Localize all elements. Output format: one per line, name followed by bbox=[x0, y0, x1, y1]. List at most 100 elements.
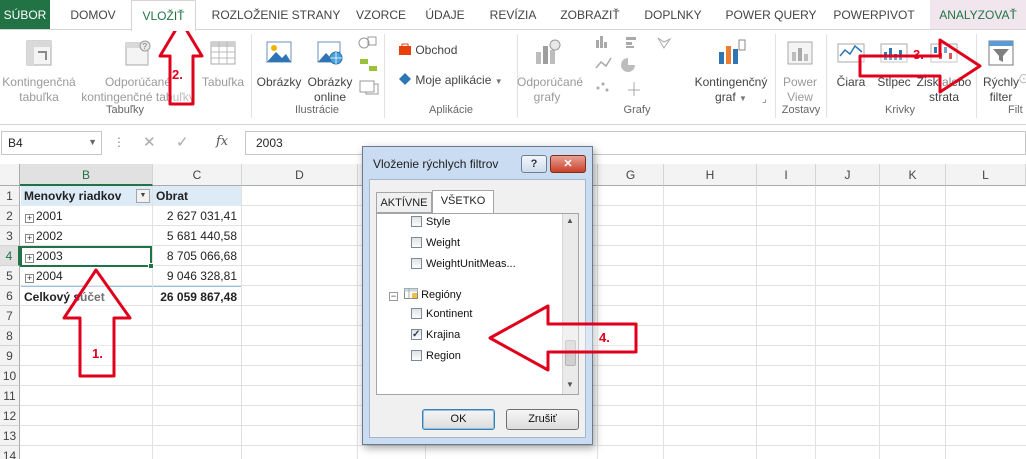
smartart-icon[interactable] bbox=[358, 56, 380, 78]
scroll-up-icon[interactable]: ▲ bbox=[566, 216, 574, 225]
row-header-9[interactable]: 9 bbox=[0, 346, 20, 366]
expand-icon[interactable]: + bbox=[25, 234, 34, 243]
table-node-regions[interactable]: − Regióny bbox=[389, 286, 461, 304]
row-header-2[interactable]: 2 bbox=[0, 206, 20, 226]
enter-icon[interactable]: ✓ bbox=[176, 133, 189, 151]
field-item[interactable]: WeightUnitMeas... bbox=[411, 255, 516, 273]
column-header-i[interactable]: I bbox=[757, 164, 816, 186]
chart-type-gallery[interactable] bbox=[594, 34, 686, 102]
tab-powerpivot[interactable]: POWERPIVOT bbox=[830, 0, 918, 30]
tab-all[interactable]: VŠETKO bbox=[432, 190, 494, 213]
my-apps-button[interactable]: Moje aplikácie ▼ bbox=[398, 72, 503, 90]
row-header-3[interactable]: 3 bbox=[0, 226, 20, 246]
formula-bar-splitter[interactable]: ⋮ bbox=[113, 135, 125, 149]
column-header-j[interactable]: J bbox=[816, 164, 880, 186]
tab-insert[interactable]: VLOŽIŤ bbox=[131, 0, 196, 31]
checkbox[interactable] bbox=[411, 350, 422, 361]
column-header-b[interactable]: B bbox=[20, 164, 153, 186]
pivot-row-item[interactable]: +2001 bbox=[21, 206, 152, 226]
shapes-icon[interactable] bbox=[358, 34, 380, 56]
insert-function-icon[interactable]: fx bbox=[216, 134, 228, 149]
close-button[interactable]: ✕ bbox=[550, 155, 586, 173]
pivot-value-cell[interactable]: 9 046 328,81 bbox=[153, 266, 241, 286]
column-header-g[interactable]: G bbox=[598, 164, 664, 186]
name-box[interactable]: B4 ▼ bbox=[1, 131, 102, 155]
row-header-1[interactable]: 1 bbox=[0, 186, 20, 206]
pivot-value-cell[interactable]: 8 705 066,68 bbox=[153, 246, 241, 266]
recommended-charts-button[interactable]: Odporúčané grafy bbox=[517, 38, 583, 105]
pivot-row-item[interactable]: +2002 bbox=[21, 226, 152, 246]
column-header-l[interactable]: L bbox=[946, 164, 1026, 186]
pictures-button[interactable]: Obrázky bbox=[254, 38, 304, 90]
pivot-value-cell[interactable]: 5 681 440,58 bbox=[153, 226, 241, 246]
field-item[interactable]: Style bbox=[411, 214, 450, 231]
field-item[interactable]: Kontinent bbox=[411, 305, 472, 323]
checkbox[interactable] bbox=[411, 216, 422, 227]
column-header-d[interactable]: D bbox=[242, 164, 358, 186]
checkbox[interactable] bbox=[411, 237, 422, 248]
field-item[interactable]: Region bbox=[411, 347, 461, 365]
row-header-10[interactable]: 10 bbox=[0, 366, 20, 386]
dialog-launcher-icon[interactable]: ⌟ bbox=[762, 92, 767, 108]
ok-button[interactable]: OK bbox=[422, 409, 495, 430]
expand-icon[interactable]: + bbox=[25, 214, 34, 223]
timeline-partial-icon[interactable]: ⊙ bbox=[1018, 70, 1026, 86]
tab-home[interactable]: DOMOV bbox=[58, 0, 128, 30]
checkbox-checked[interactable] bbox=[411, 326, 422, 344]
row-header-4[interactable]: 4 bbox=[0, 246, 20, 266]
field-list[interactable]: Style Weight WeightUnitMeas... − Regióny… bbox=[376, 213, 579, 395]
pivot-row-header[interactable]: Menovky riadkov ▼ bbox=[21, 186, 152, 206]
row-header-8[interactable]: 8 bbox=[0, 326, 20, 346]
row-header-13[interactable]: 13 bbox=[0, 426, 20, 446]
select-all-corner[interactable] bbox=[0, 164, 20, 186]
scrollbar-thumb[interactable] bbox=[565, 340, 576, 366]
filter-dropdown-icon[interactable]: ▼ bbox=[136, 189, 150, 203]
tab-view[interactable]: ZOBRAZIŤ bbox=[555, 0, 625, 30]
tab-review[interactable]: REVÍZIA bbox=[482, 0, 544, 30]
tab-addins[interactable]: DOPLNKY bbox=[638, 0, 708, 30]
field-item-selected[interactable]: Krajina bbox=[411, 326, 460, 344]
sparkline-column-button[interactable]: Stĺpec bbox=[872, 38, 916, 90]
scroll-down-icon[interactable]: ▼ bbox=[566, 380, 574, 389]
pivot-table-button[interactable]: Kontingenčná tabuľka bbox=[0, 38, 78, 105]
checkbox[interactable] bbox=[411, 308, 422, 319]
help-button[interactable]: ? bbox=[521, 155, 547, 173]
chevron-down-icon[interactable]: ▼ bbox=[88, 137, 97, 147]
collapse-icon[interactable]: − bbox=[389, 292, 398, 301]
pivot-value-cell[interactable]: 2 627 031,41 bbox=[153, 206, 241, 226]
power-view-button[interactable]: Power View bbox=[777, 38, 823, 105]
pivot-grand-total-value[interactable]: 26 059 867,48 bbox=[153, 286, 241, 306]
online-pictures-button[interactable]: Obrázky online bbox=[304, 38, 356, 105]
tab-data[interactable]: ÚDAJE bbox=[419, 0, 471, 30]
tab-formulas[interactable]: VZORCE bbox=[350, 0, 412, 30]
vertical-scrollbar[interactable]: ▲ ▼ bbox=[562, 214, 578, 394]
row-header-6[interactable]: 6 bbox=[0, 286, 20, 306]
pivot-value-header[interactable]: Obrat bbox=[153, 186, 241, 206]
sparkline-line-button[interactable]: Čiara bbox=[830, 38, 872, 90]
store-button[interactable]: Obchod bbox=[398, 42, 457, 58]
row-header-14[interactable]: 14 bbox=[0, 446, 20, 459]
cancel-icon[interactable]: ✕ bbox=[143, 133, 156, 151]
column-header-c[interactable]: C bbox=[153, 164, 242, 186]
expand-icon[interactable]: + bbox=[25, 274, 34, 283]
pivot-row-item[interactable]: +2004 bbox=[21, 266, 152, 286]
fill-handle[interactable] bbox=[148, 263, 154, 269]
tab-power-query[interactable]: POWER QUERY bbox=[722, 0, 820, 30]
row-header-12[interactable]: 12 bbox=[0, 406, 20, 426]
tab-analyze[interactable]: ANALYZOVAŤ bbox=[930, 0, 1026, 30]
tab-page-layout[interactable]: ROZLOŽENIE STRANY bbox=[204, 0, 348, 30]
field-item[interactable]: Weight bbox=[411, 234, 460, 252]
tab-file[interactable]: SÚBOR bbox=[0, 0, 50, 30]
tab-active[interactable]: AKTÍVNE bbox=[376, 192, 432, 213]
row-header-7[interactable]: 7 bbox=[0, 306, 20, 326]
column-header-k[interactable]: K bbox=[880, 164, 946, 186]
pivot-grand-total-label[interactable]: Celkový súčet bbox=[21, 286, 152, 306]
table-button[interactable]: Tabuľka bbox=[198, 38, 248, 90]
column-header-h[interactable]: H bbox=[664, 164, 757, 186]
row-header-5[interactable]: 5 bbox=[0, 266, 20, 286]
row-header-11[interactable]: 11 bbox=[0, 386, 20, 406]
checkbox[interactable] bbox=[411, 258, 422, 269]
screenshot-icon[interactable] bbox=[358, 78, 380, 100]
cancel-button[interactable]: Zrušiť bbox=[506, 409, 579, 430]
pivot-chart-button[interactable]: Kontingenčný graf ▼ bbox=[690, 38, 772, 106]
